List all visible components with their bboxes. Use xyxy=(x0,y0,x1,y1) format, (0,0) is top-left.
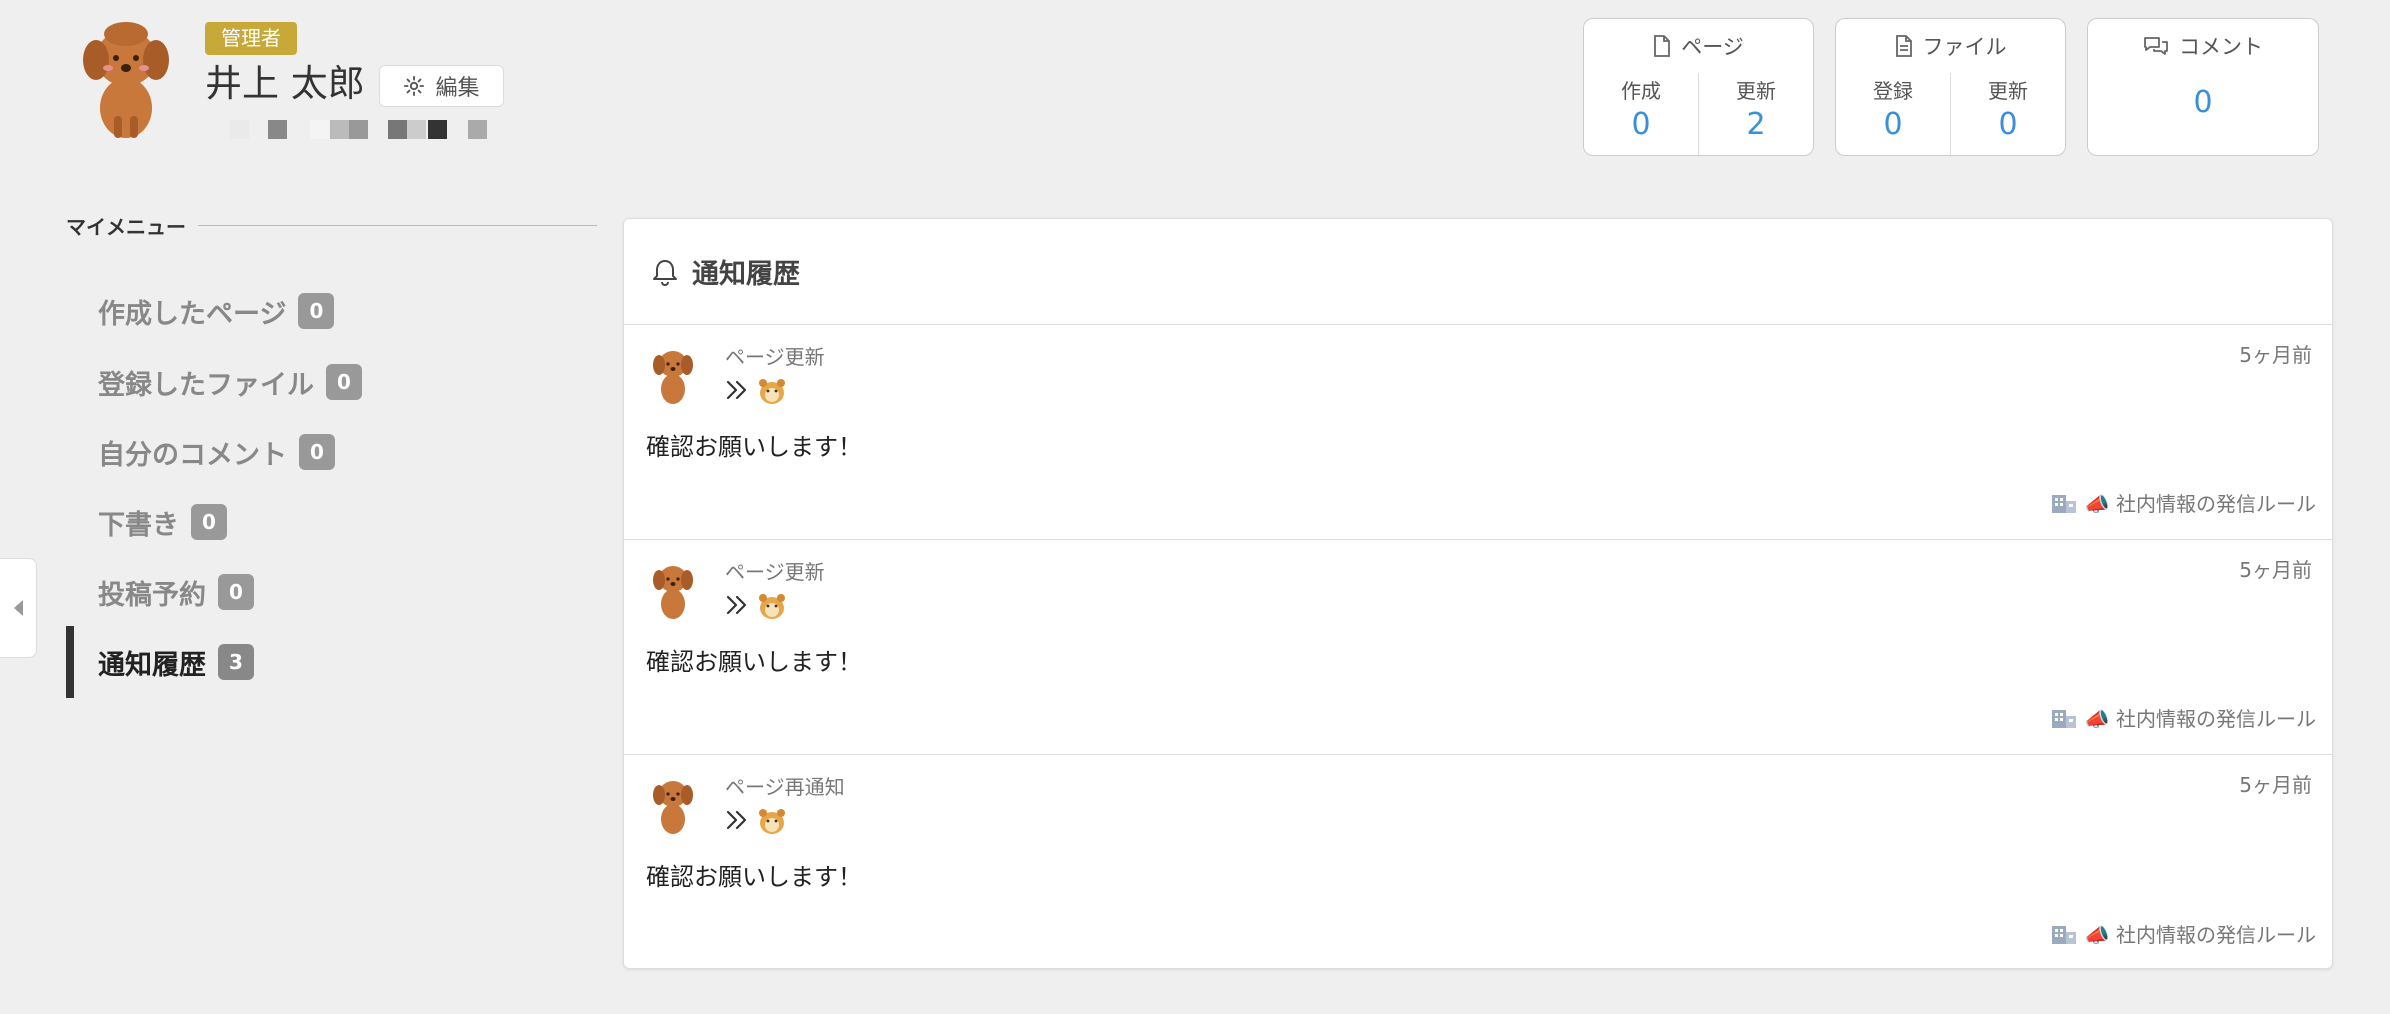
sidebar-item-drafts[interactable]: 下書き 0 xyxy=(66,486,597,558)
notification-page-link[interactable]: 📣 社内情報の発信ルール xyxy=(2051,703,2316,732)
sidebar-item-label: 通知履歴 xyxy=(98,649,206,681)
file-stats-card: ファイル 登録 0 更新 0 xyxy=(1835,18,2066,157)
sidebar-item-notification-history[interactable]: 通知履歴 3 xyxy=(66,626,597,698)
building-icon xyxy=(2051,925,2076,944)
page-stats-card: ページ 作成 0 更新 2 xyxy=(1583,18,1814,157)
comments-icon xyxy=(2144,37,2168,55)
page-stats-title: ページ xyxy=(1681,35,1744,59)
page-title: 📣 社内情報の発信ルール xyxy=(2084,707,2316,731)
page-updated-stat[interactable]: 更新 2 xyxy=(1698,73,1813,157)
sidebar-collapse-handle[interactable] xyxy=(0,558,37,658)
notification-item[interactable]: ページ再通知 5ヶ月前 確認お願いします！ 📣 社内情報の発信ルール xyxy=(624,755,2332,970)
count-badge: 0 xyxy=(326,364,362,400)
sidebar-item-label: 自分のコメント xyxy=(98,439,287,471)
notification-comment: 確認お願いします！ xyxy=(646,648,862,676)
my-menu-heading: マイメニュー xyxy=(66,210,597,240)
notification-comment: 確認お願いします！ xyxy=(646,863,862,891)
page-created-label: 作成 xyxy=(1621,79,1661,103)
notification-target xyxy=(725,375,787,405)
dog-avatar-icon xyxy=(653,566,693,619)
file-registered-stat[interactable]: 登録 0 xyxy=(1836,73,1950,157)
file-icon xyxy=(1654,35,1671,57)
page-updated-label: 更新 xyxy=(1736,79,1776,103)
sidebar-item-my-comments[interactable]: 自分のコメント 0 xyxy=(66,416,597,488)
notification-page-link[interactable]: 📣 社内情報の発信ルール xyxy=(2051,919,2316,948)
notification-target xyxy=(725,590,787,620)
double-chevron-right-icon xyxy=(726,380,747,400)
file-stats-title: ファイル xyxy=(1922,35,2007,59)
bell-icon xyxy=(653,259,677,286)
role-badge: 管理者 xyxy=(205,22,297,55)
comment-stats-title: コメント xyxy=(2179,35,2263,59)
count-badge: 0 xyxy=(299,434,335,470)
sidebar-item-label: 登録したファイル xyxy=(98,369,314,401)
hamster-avatar-icon[interactable] xyxy=(757,590,787,620)
file-updated-value: 0 xyxy=(1998,107,2018,142)
comment-count-value: 0 xyxy=(2193,85,2213,120)
sidebar-item-label: 作成したページ xyxy=(98,298,287,330)
notification-type: ページ更新 xyxy=(725,345,825,369)
notification-time: 5ヶ月前 xyxy=(2239,773,2312,797)
dog-avatar-icon xyxy=(653,351,693,404)
file-text-icon xyxy=(1895,35,1912,57)
edit-profile-button[interactable]: 編集 xyxy=(379,65,504,107)
count-badge: 3 xyxy=(218,644,254,680)
notification-item[interactable]: ページ更新 5ヶ月前 確認お願いします！ 📣 社内情報の発信ルール xyxy=(624,325,2332,540)
sidebar-item-registered-files[interactable]: 登録したファイル 0 xyxy=(66,346,597,418)
notification-type: ページ再通知 xyxy=(725,775,845,799)
dog-avatar-icon xyxy=(653,781,693,834)
user-name: 井上 太郎 xyxy=(205,62,365,105)
page-title: 📣 社内情報の発信ルール xyxy=(2084,492,2316,516)
notification-type: ページ更新 xyxy=(725,560,825,584)
panel-title: 通知履歴 xyxy=(692,259,800,290)
profile-avatar xyxy=(74,16,178,140)
notification-page-link[interactable]: 📣 社内情報の発信ルール xyxy=(2051,488,2316,517)
notification-history-panel: 通知履歴 ページ更新 5ヶ月前 確認お願いします！ 📣 社内情報の発信ルール ペ… xyxy=(623,218,2333,969)
count-badge: 0 xyxy=(218,574,254,610)
double-chevron-right-icon xyxy=(726,595,747,615)
sidebar-item-label: 下書き xyxy=(98,509,179,541)
file-registered-value: 0 xyxy=(1883,107,1903,142)
building-icon xyxy=(2051,494,2076,513)
file-registered-label: 登録 xyxy=(1873,79,1913,103)
double-chevron-right-icon xyxy=(726,810,747,830)
page-created-value: 0 xyxy=(1631,107,1651,142)
building-icon xyxy=(2051,709,2076,728)
notification-time: 5ヶ月前 xyxy=(2239,343,2312,367)
page-updated-value: 2 xyxy=(1746,107,1766,142)
caret-left-icon xyxy=(14,600,23,616)
notification-time: 5ヶ月前 xyxy=(2239,558,2312,582)
sidebar-item-scheduled-posts[interactable]: 投稿予約 0 xyxy=(66,556,597,628)
panel-header: 通知履歴 xyxy=(624,219,2332,325)
notification-comment: 確認お願いします！ xyxy=(646,433,862,461)
my-menu-title: マイメニュー xyxy=(66,214,186,239)
notification-item[interactable]: ページ更新 5ヶ月前 確認お願いします！ 📣 社内情報の発信ルール xyxy=(624,540,2332,755)
hamster-avatar-icon[interactable] xyxy=(757,805,787,835)
notification-target xyxy=(725,805,787,835)
heading-divider xyxy=(198,224,597,226)
comment-stats-card[interactable]: コメント 0 xyxy=(2087,18,2319,156)
hamster-avatar-icon[interactable] xyxy=(757,375,787,405)
pixelated-info xyxy=(218,120,508,140)
edit-label: 編集 xyxy=(435,76,480,101)
sidebar-item-label: 投稿予約 xyxy=(98,579,206,611)
dog-avatar-icon xyxy=(83,22,169,138)
sidebar-item-created-pages[interactable]: 作成したページ 0 xyxy=(66,275,597,347)
page-title: 📣 社内情報の発信ルール xyxy=(2084,923,2316,947)
file-updated-label: 更新 xyxy=(1988,79,2028,103)
file-updated-stat[interactable]: 更新 0 xyxy=(1950,73,2065,157)
page-created-stat[interactable]: 作成 0 xyxy=(1584,73,1698,157)
gear-icon xyxy=(404,75,425,97)
count-badge: 0 xyxy=(191,504,227,540)
count-badge: 0 xyxy=(298,293,335,329)
